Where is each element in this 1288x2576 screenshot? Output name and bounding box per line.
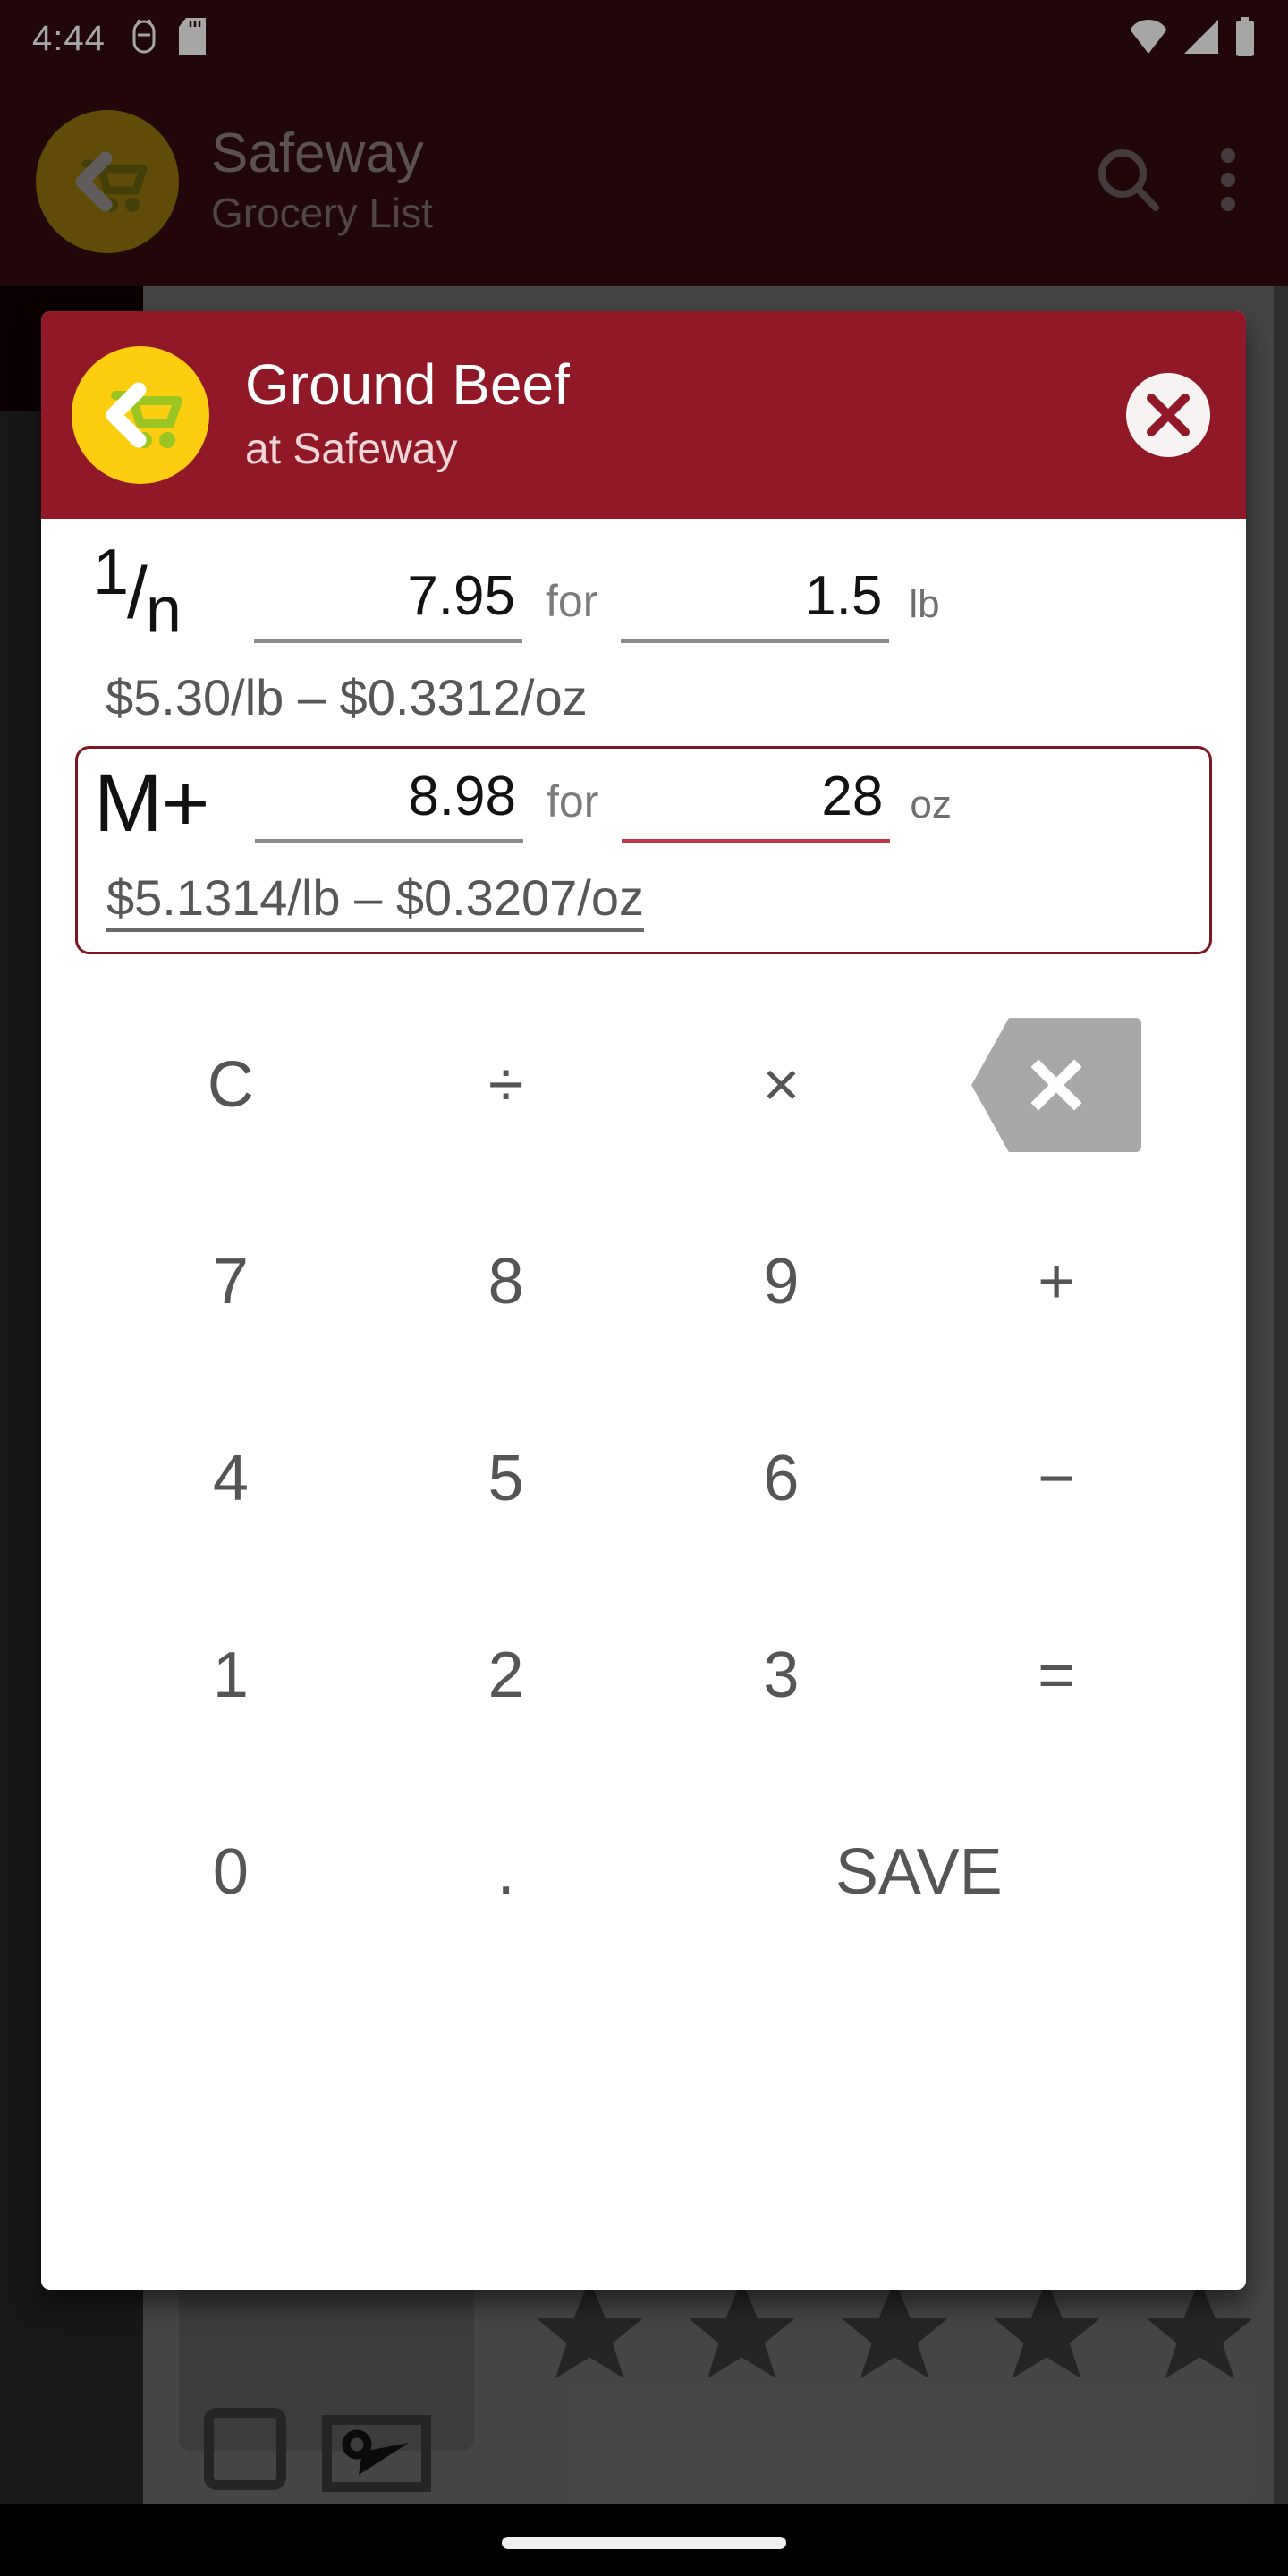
key-4[interactable]: 4 [93,1380,369,1577]
price-row-memory[interactable]: M+ 8.98 for 28 oz $5.1314/lb – $0.3207/o… [75,746,1212,955]
key-2[interactable]: 2 [369,1577,644,1774]
key-1[interactable]: 1 [93,1577,369,1774]
price-input-1[interactable]: 7.95 [254,566,522,643]
unit-label-2[interactable]: oz [890,783,951,843]
fraction-slash: / [127,552,148,634]
quantity-input-1[interactable]: 1.5 [621,566,890,643]
memory-plus-label: M+ [94,758,209,850]
unit-price-result-2: $5.1314/lb – $0.3207/oz [106,869,644,933]
price-row-line: 1/n 7.95 for 1.5 lb [93,540,1194,643]
price-rows: 1/n 7.95 for 1.5 lb $5.30/lb – $0.3312/o… [41,519,1246,955]
fraction-numerator: 1 [93,537,129,608]
unit-price-result-1: $5.30/lb – $0.3312/oz [106,668,588,725]
calculator-keypad: C ÷ × 7 8 9 + 4 5 6 − 1 2 3 = 0 . SAVE [41,987,1246,1970]
key-5[interactable]: 5 [369,1380,644,1577]
key-9[interactable]: 9 [644,1183,919,1380]
price-calculator-dialog: Ground Beef at Safeway 1/n 7.95 for 1.5 … [41,311,1246,2290]
fraction-denominator: n [145,574,182,647]
key-plus[interactable]: + [919,1183,1194,1380]
dialog-subtitle: at Safeway [245,425,458,473]
phone-screen: 4:44 Safeway Grocery List Ground Beef at… [0,0,1288,2576]
key-multiply[interactable]: × [644,987,919,1183]
key-equals[interactable]: = [919,1577,1194,1774]
key-6[interactable]: 6 [644,1380,919,1577]
dialog-header: Ground Beef at Safeway [41,311,1246,519]
keypad-row-5: 0 . SAVE [93,1774,1194,1970]
unit-label-1[interactable]: lb [889,582,939,643]
save-button[interactable]: SAVE [644,1774,1195,1970]
backspace-icon[interactable] [971,1018,1142,1153]
back-cart-icon [106,382,182,448]
keypad-row-4: 1 2 3 = [93,1577,1194,1774]
price-row-unit[interactable]: 1/n 7.95 for 1.5 lb $5.30/lb – $0.3312/o… [77,519,1210,733]
backspace-x-glyph [1030,1059,1082,1111]
keypad-row-3: 4 5 6 − [93,1380,1194,1577]
row-label-memory: M+ [94,758,255,850]
system-nav-bar [0,2504,1288,2576]
dialog-titles: Ground Beef at Safeway [245,352,570,476]
unit-price-result-2-wrap: $5.1314/lb – $0.3207/oz [94,869,1193,933]
keypad-row-1: C ÷ × [93,987,1194,1183]
price-input-2[interactable]: 8.98 [255,767,523,843]
for-label-1: for [546,575,598,626]
keypad-row-2: 7 8 9 + [93,1183,1194,1380]
key-clear[interactable]: C [93,987,369,1183]
row-label-fraction: 1/n [93,540,254,643]
key-0[interactable]: 0 [93,1774,369,1970]
dialog-title: Ground Beef [245,352,570,417]
price-row-line: M+ 8.98 for 28 oz [94,758,1193,850]
key-backspace[interactable] [919,987,1194,1183]
for-label-2: for [547,775,599,826]
close-circle-icon[interactable] [1126,373,1210,457]
home-handle[interactable] [502,2537,786,2549]
key-8[interactable]: 8 [369,1183,644,1380]
key-3[interactable]: 3 [644,1577,919,1774]
key-decimal[interactable]: . [369,1774,644,1970]
key-7[interactable]: 7 [93,1183,369,1380]
dialog-back-button[interactable] [72,346,209,484]
quantity-input-2[interactable]: 28 [622,767,891,843]
key-minus[interactable]: − [919,1380,1194,1577]
key-divide[interactable]: ÷ [369,987,644,1183]
